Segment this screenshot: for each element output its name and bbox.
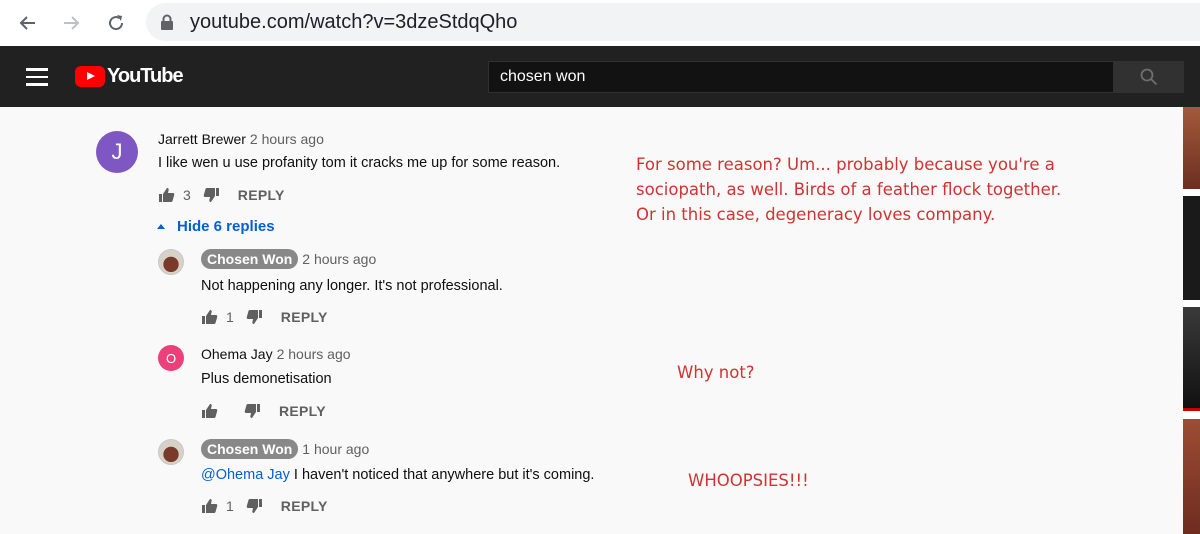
comment-header: Ohema Jay 2 hours ago	[201, 346, 351, 362]
thumbs-up-icon[interactable]	[201, 498, 218, 514]
reply-button[interactable]: REPLY	[279, 403, 326, 419]
avatar[interactable]	[158, 249, 184, 275]
comment-time[interactable]: 2 hours ago	[277, 346, 351, 362]
caret-up-icon	[157, 224, 165, 229]
comment-body: I haven't noticed that anywhere but it's…	[289, 467, 595, 483]
avatar[interactable]: O	[158, 345, 184, 371]
forward-arrow-icon[interactable]	[56, 8, 86, 38]
comment-text: Plus demonetisation	[201, 371, 332, 387]
browser-toolbar: youtube.com/watch?v=3dzeStdqQho	[0, 0, 1200, 46]
url-text: youtube.com/watch?v=3dzeStdqQho	[190, 11, 518, 33]
thumbs-up-icon[interactable]	[201, 403, 218, 419]
mention-link[interactable]: @Ohema Jay	[201, 467, 290, 483]
related-thumbnails-strip[interactable]	[1183, 107, 1200, 534]
thumbnail-image[interactable]	[1183, 196, 1200, 300]
youtube-play-icon	[75, 66, 105, 87]
comment-header: Jarrett Brewer 2 hours ago	[158, 131, 324, 147]
thumbs-down-icon[interactable]	[203, 187, 220, 203]
like-count: 3	[183, 187, 191, 203]
author-name[interactable]: Ohema Jay	[201, 346, 273, 362]
menu-icon[interactable]	[26, 68, 48, 86]
thumbs-up-icon[interactable]	[158, 187, 175, 203]
annotation-note: For some reason? Um... probably because …	[636, 155, 1062, 224]
address-bar[interactable]: youtube.com/watch?v=3dzeStdqQho	[146, 3, 1200, 41]
comment-header: Chosen Won 2 hours ago	[201, 249, 376, 269]
thumbs-down-icon[interactable]	[244, 403, 261, 419]
comment-time[interactable]: 1 hour ago	[302, 441, 369, 457]
thumbnail-image[interactable]	[1183, 307, 1200, 411]
reply-button[interactable]: REPLY	[281, 498, 328, 514]
youtube-logo[interactable]: YouTube	[75, 65, 184, 88]
avatar[interactable]: J	[96, 131, 138, 173]
thumbnail-image[interactable]	[1183, 107, 1200, 189]
thumbs-down-icon[interactable]	[246, 498, 263, 514]
youtube-masthead: YouTube	[0, 46, 1200, 107]
comment-time[interactable]: 2 hours ago	[302, 251, 376, 267]
search-input[interactable]	[489, 62, 1113, 92]
like-count: 1	[226, 498, 234, 514]
comment-actions: REPLY	[201, 403, 326, 419]
comment-actions: 1 REPLY	[201, 309, 328, 325]
comment-text: I like wen u use profanity tom it cracks…	[158, 155, 561, 171]
annotation-note: Why not?	[677, 363, 755, 382]
hide-replies-toggle[interactable]: Hide 6 replies	[157, 218, 275, 235]
comment-time[interactable]: 2 hours ago	[250, 131, 324, 147]
comment-actions: 3 REPLY	[158, 187, 285, 203]
search-button[interactable]	[1114, 61, 1184, 93]
reply-button[interactable]: REPLY	[238, 187, 285, 203]
logo-wordmark: YouTube	[107, 65, 184, 87]
like-count: 1	[226, 309, 234, 325]
comment-text: @Ohema Jay I haven't noticed that anywhe…	[201, 467, 594, 483]
search-icon	[1140, 68, 1158, 86]
channel-owner-badge[interactable]: Chosen Won	[201, 439, 299, 459]
reload-icon[interactable]	[101, 8, 131, 38]
back-arrow-icon[interactable]	[13, 8, 43, 38]
avatar[interactable]	[158, 439, 184, 465]
reply-button[interactable]: REPLY	[281, 309, 328, 325]
hide-replies-label: Hide 6 replies	[177, 218, 275, 235]
author-name[interactable]: Jarrett Brewer	[158, 131, 246, 147]
search-field[interactable]	[488, 61, 1114, 93]
thumbnail-image[interactable]	[1183, 419, 1200, 534]
comment-header: Chosen Won 1 hour ago	[201, 439, 369, 459]
channel-owner-badge[interactable]: Chosen Won	[201, 249, 299, 269]
comment-text: Not happening any longer. It's not profe…	[201, 278, 503, 294]
lock-icon	[160, 14, 174, 35]
thumbs-down-icon[interactable]	[246, 309, 263, 325]
annotation-note: WHOOPSIES!!!	[688, 471, 809, 490]
comment-actions: 1 REPLY	[201, 498, 328, 514]
thumbs-up-icon[interactable]	[201, 309, 218, 325]
